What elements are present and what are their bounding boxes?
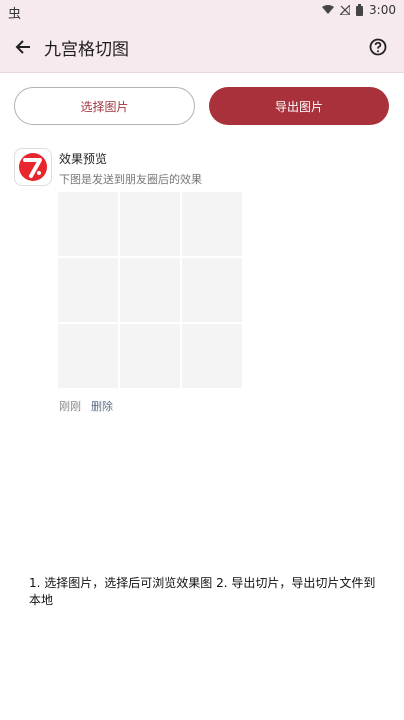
grid-cell[interactable]	[58, 324, 118, 388]
app-bar: 九宫格切图	[0, 22, 404, 73]
debug-icon: 虫	[8, 7, 22, 22]
grid-cell[interactable]	[182, 192, 242, 256]
help-circle-icon	[369, 38, 387, 56]
wifi-icon	[322, 5, 335, 14]
help-button[interactable]	[366, 35, 390, 59]
grid-cell[interactable]	[120, 324, 180, 388]
arrow-left-icon	[15, 40, 30, 54]
delete-link[interactable]: 删除	[91, 398, 113, 414]
app-logo-icon	[19, 153, 47, 181]
status-time: 3:00	[369, 3, 396, 17]
grid-cell[interactable]	[182, 324, 242, 388]
grid-cell[interactable]	[182, 258, 242, 322]
status-bar: 虫 3:00	[0, 0, 404, 22]
grid-cell[interactable]	[58, 192, 118, 256]
battery-icon	[356, 4, 364, 16]
nine-grid-preview	[58, 192, 243, 389]
back-button[interactable]	[10, 34, 36, 60]
preview-title: 效果预览	[59, 152, 108, 166]
page-title: 九宫格切图	[44, 40, 129, 60]
grid-cell[interactable]	[120, 258, 180, 322]
instructions-text: 1. 选择图片，选择后可浏览效果图 2. 导出切片，导出切片文件到本地	[29, 576, 376, 607]
grid-cell[interactable]	[58, 258, 118, 322]
export-image-button[interactable]: 导出图片	[209, 87, 389, 125]
select-image-button[interactable]: 选择图片	[14, 87, 195, 125]
status-icons: 3:00	[322, 3, 396, 17]
post-time-label: 刚刚	[59, 400, 81, 413]
signal-icon	[340, 5, 351, 15]
grid-cell[interactable]	[120, 192, 180, 256]
app-logo	[14, 148, 52, 186]
preview-subtitle: 下图是发送到朋友圈后的效果	[59, 173, 202, 186]
